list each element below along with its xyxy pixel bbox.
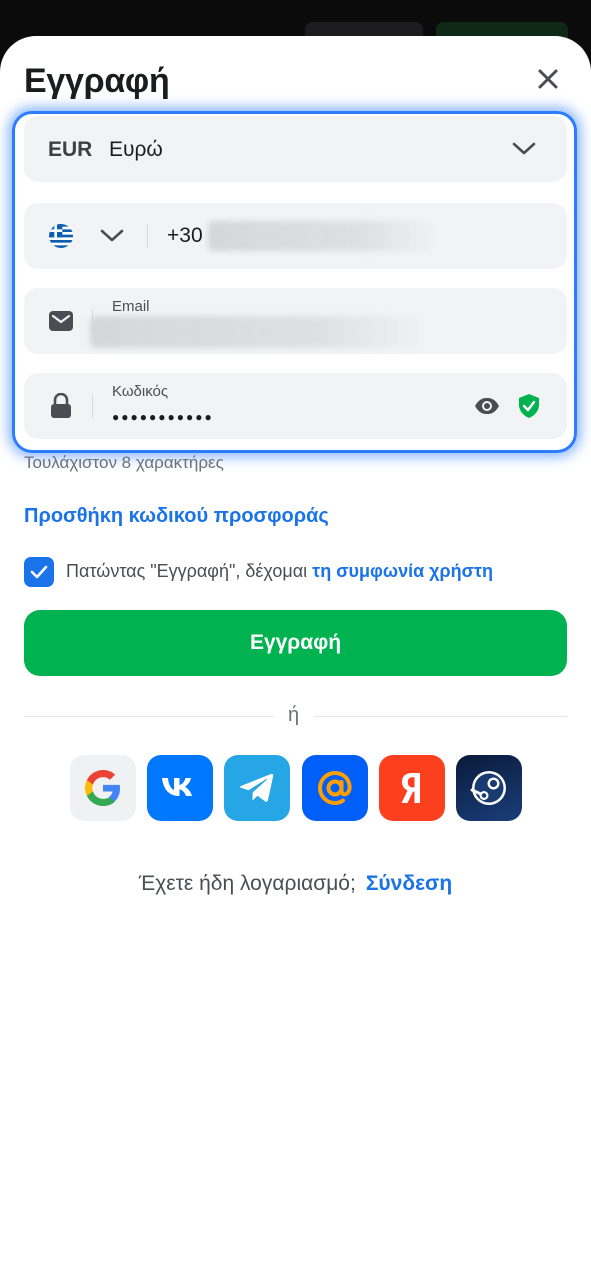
register-button[interactable]: Εγγραφή [24,610,567,676]
currency-select[interactable]: EUR Ευρώ [24,116,567,182]
yandex-login-button[interactable] [379,755,445,821]
login-prompt: Έχετε ήδη λογαριασμό; Σύνδεση [0,872,591,896]
telegram-login-button[interactable] [224,755,290,821]
registration-sheet: Εγγραφή EUR Ευρώ +30 Email Κωδικός ●●●●●… [0,36,591,1280]
country-code-dropdown[interactable] [98,225,126,247]
user-agreement-link[interactable]: τη συμφωνία χρήστη [312,561,493,581]
mail-icon [48,309,74,333]
email-label: Email [112,298,150,315]
terms-checkbox[interactable] [24,557,54,587]
close-button[interactable] [530,64,566,94]
eye-icon [475,398,499,414]
shield-check-icon [516,392,542,420]
email-input[interactable] [90,316,420,348]
show-password-toggle[interactable] [473,394,501,418]
email-field[interactable]: Email [24,288,567,354]
password-label: Κωδικός [112,383,169,400]
close-icon [538,69,558,89]
google-login-button[interactable] [70,755,136,821]
lock-icon [49,392,73,420]
steam-icon [470,771,506,805]
divider-line [24,716,274,717]
login-link[interactable]: Σύνδεση [366,872,452,895]
page-title: Εγγραφή [24,62,170,100]
chevron-down-icon [100,229,124,242]
add-promo-code-link[interactable]: Προσθήκη κωδικού προσφοράς [24,505,329,528]
password-hint: Τουλάχιστον 8 χαρακτήρες [24,453,224,472]
phone-field: +30 [24,203,567,269]
divider-text: ή [288,704,300,726]
yandex-icon [401,773,420,803]
divider-line [314,716,567,717]
checkmark-icon [30,565,48,579]
password-field[interactable]: Κωδικός ●●●●●●●●●●● [24,373,567,439]
phone-prefix: +30 [167,224,203,247]
vk-login-button[interactable] [147,755,213,821]
field-divider [92,394,93,418]
phone-input[interactable] [208,221,433,251]
steam-login-button[interactable] [456,755,522,821]
mail-ru-icon [317,770,352,806]
currency-name: Ευρώ [109,138,163,161]
terms-text: Πατώντας "Εγγραφή", δέχομαι τη συμφωνία … [66,561,493,582]
currency-code: EUR [48,138,93,161]
chevron-down-icon [510,138,538,160]
terms-label: Πατώντας "Εγγραφή", δέχομαι [66,561,313,581]
password-input[interactable]: ●●●●●●●●●●● [112,410,214,424]
field-divider [147,224,148,248]
login-question: Έχετε ήδη λογαριασμό; [138,872,356,895]
mail-ru-login-button[interactable] [302,755,368,821]
google-icon [85,770,120,806]
telegram-icon [239,773,274,802]
greece-flag-icon [49,224,73,248]
vk-icon [162,778,192,796]
